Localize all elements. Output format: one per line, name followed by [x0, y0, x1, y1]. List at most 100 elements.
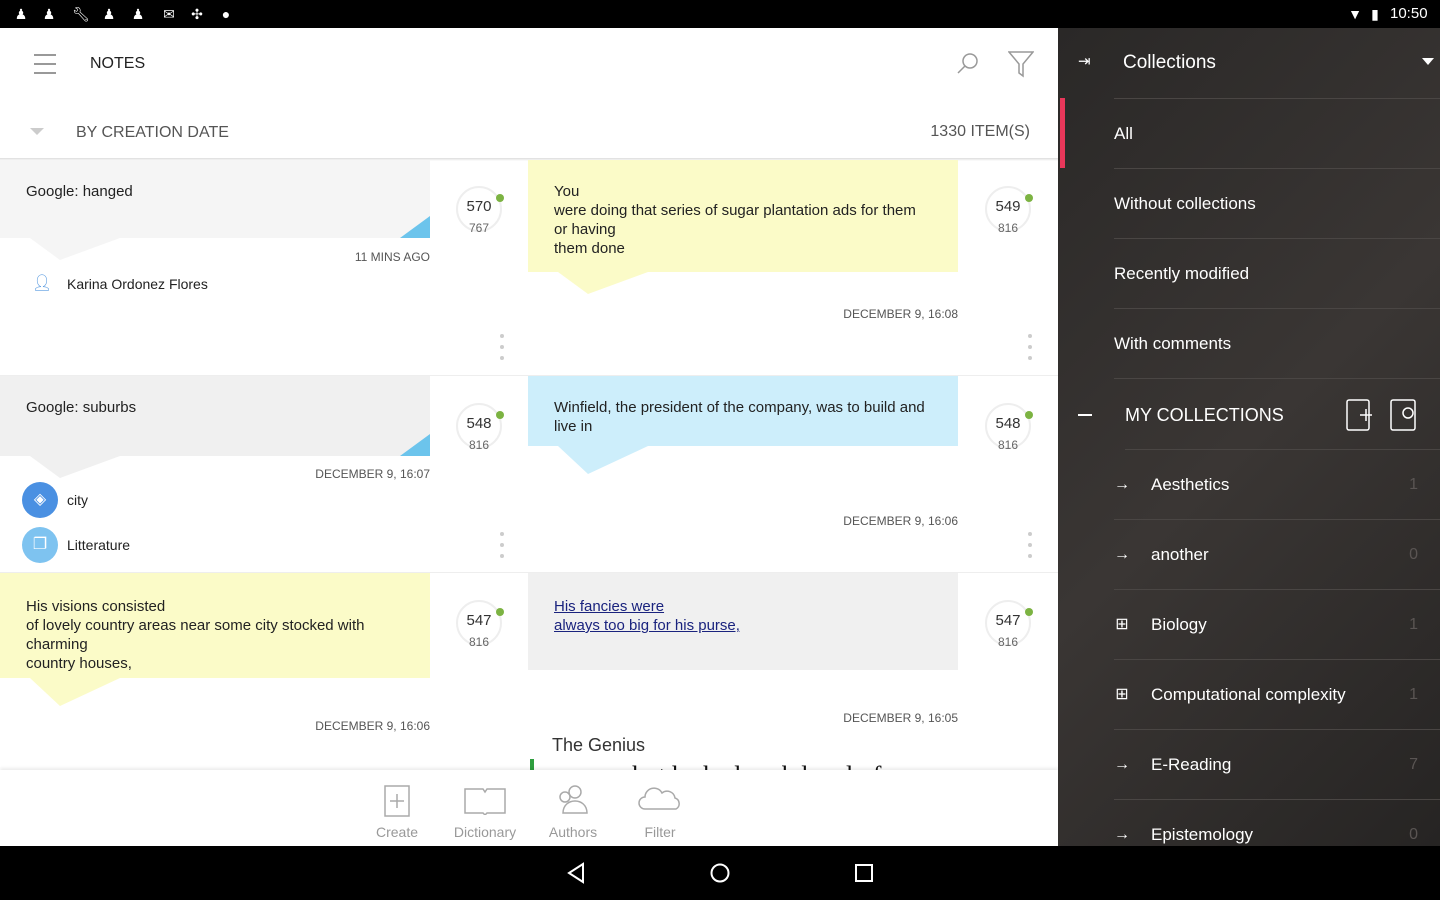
more-options-icon[interactable]: [1028, 334, 1032, 360]
note-card[interactable]: Winfield, the president of the company, …: [528, 376, 958, 573]
note-text: Winfield, the president of the company, …: [528, 376, 958, 446]
bubble-tail: [558, 446, 648, 474]
collection-item[interactable]: ⊞ Computational complexity 1: [1114, 660, 1440, 730]
sort-dropdown-icon[interactable]: [30, 128, 44, 135]
drawer-item-without-collections[interactable]: Without collections: [1114, 169, 1440, 239]
status-dot: [1025, 411, 1033, 419]
dictionary-button[interactable]: Dictionary: [445, 770, 525, 840]
counter-primary: 547: [466, 612, 492, 629]
note-author[interactable]: Karina Ordonez Flores: [67, 276, 208, 292]
item-count: 1330 ITEM(S): [930, 123, 1030, 140]
drawer-item-recently-modified[interactable]: Recently modified: [1114, 239, 1440, 309]
notes-panel: NOTES BY CREATION DATE 1330 ITEM(S) Goog…: [0, 28, 1058, 846]
collection-count: 7: [1409, 756, 1418, 773]
dictionary-label: Dictionary: [453, 824, 517, 840]
note-card[interactable]: Google: hanged 11 MINS AGO 👤︎ Karina Ord…: [0, 160, 430, 376]
note-card[interactable]: Google: suburbs DECEMBER 9, 16:07 ◈ city…: [0, 376, 430, 573]
note-timestamp: DECEMBER 9, 16:07: [315, 467, 430, 481]
note-text: His visions consisted of lovely country …: [0, 573, 430, 678]
create-button[interactable]: Create: [357, 770, 437, 840]
counter-secondary: 816: [997, 438, 1019, 452]
status-dot: [1025, 608, 1033, 616]
note-text: His fancies were always too big for his …: [528, 573, 958, 670]
back-icon[interactable]: [566, 862, 586, 884]
bubble-tail: [30, 678, 120, 706]
add-collection-icon[interactable]: [1346, 399, 1374, 431]
collection-name: Biology: [1151, 615, 1207, 634]
recents-icon[interactable]: [854, 863, 874, 883]
authors-button[interactable]: Authors: [533, 770, 613, 840]
book-excerpt: purse, but he had such lovely fan-: [563, 761, 915, 770]
drawer-item-with-comments[interactable]: With comments: [1114, 309, 1440, 379]
more-options-icon[interactable]: [1028, 532, 1032, 558]
note-timestamp: DECEMBER 9, 16:05: [843, 711, 958, 725]
more-options-icon[interactable]: [500, 334, 504, 360]
collection-item[interactable]: → another 0: [1114, 520, 1440, 590]
filter-icon[interactable]: [1008, 50, 1034, 78]
home-icon[interactable]: [709, 862, 731, 884]
wrench-icon: 🔧︎: [72, 6, 90, 22]
collection-item[interactable]: → Epistemology 0: [1114, 800, 1440, 846]
filter-button[interactable]: Filter: [620, 770, 700, 840]
collection-count: 1: [1409, 476, 1418, 493]
note-counter: 547 816: [985, 600, 1033, 649]
android-icon: ●: [221, 6, 231, 22]
search-icon[interactable]: [956, 52, 980, 76]
collection-item[interactable]: ⊞ Biology 1: [1114, 590, 1440, 660]
counter-secondary: 816: [997, 221, 1019, 235]
book-title[interactable]: The Genius: [552, 735, 645, 756]
wifi-icon: ▼: [1348, 6, 1362, 22]
web-source-icon: [400, 216, 430, 238]
note-card[interactable]: His fancies were always too big for his …: [528, 573, 958, 770]
bubble-tail: [30, 238, 120, 260]
item-label: All: [1114, 124, 1133, 143]
note-card[interactable]: You were doing that series of sugar plan…: [528, 160, 958, 376]
mail-icon: ✉: [163, 6, 175, 22]
status-dot: [496, 194, 504, 202]
pinwheel-icon: ✣: [191, 6, 203, 22]
note-timestamp: DECEMBER 9, 16:06: [315, 719, 430, 733]
collection-label[interactable]: Litterature: [67, 537, 130, 553]
note-counter: 548 816: [456, 403, 504, 452]
bubble-tail: [30, 456, 120, 478]
author-icon: 👤︎: [32, 275, 53, 292]
expand-icon[interactable]: ⊞: [1114, 660, 1130, 730]
more-options-icon[interactable]: [500, 532, 504, 558]
expand-icon[interactable]: ⊞: [1114, 590, 1130, 660]
note-text: Google: hanged: [0, 160, 430, 238]
page-title: NOTES: [90, 55, 146, 72]
sort-selector[interactable]: BY CREATION DATE: [76, 124, 229, 142]
collection-item[interactable]: → Aesthetics 1: [1114, 450, 1440, 520]
dropdown-icon[interactable]: [1422, 58, 1434, 65]
notification-icon: ♟: [14, 6, 28, 22]
collapse-drawer-icon[interactable]: ⇥: [1078, 52, 1091, 70]
tag-label[interactable]: city: [67, 492, 88, 508]
collection-name: Epistemology: [1151, 825, 1254, 844]
arrow-right-icon: →: [1114, 756, 1130, 773]
section-title: MY COLLECTIONS: [1125, 405, 1284, 425]
note-counter: 547 816: [456, 600, 504, 649]
note-timestamp: 11 MINS AGO: [354, 250, 430, 264]
web-source-icon: [400, 434, 430, 456]
collection-name: Aesthetics: [1151, 475, 1230, 494]
drawer-item-all[interactable]: All: [1114, 99, 1440, 169]
drawer-title: Collections: [1123, 52, 1216, 73]
selected-indicator: [1060, 98, 1065, 168]
counter-primary: 548: [466, 415, 492, 432]
clock: 10:50: [1390, 5, 1428, 22]
collection-count: 1: [1409, 616, 1418, 633]
collection-settings-icon[interactable]: [1390, 399, 1418, 431]
note-card[interactable]: His visions consisted of lovely country …: [0, 573, 430, 770]
collection-icon: ❐: [22, 527, 58, 563]
counter-secondary: 816: [997, 635, 1019, 649]
collection-count: 0: [1409, 546, 1418, 563]
authors-label: Authors: [548, 824, 598, 840]
collection-name: E-Reading: [1151, 755, 1232, 774]
create-label: Create: [375, 824, 419, 840]
counter-secondary: 767: [468, 221, 490, 235]
collection-item[interactable]: → E-Reading 7: [1114, 730, 1440, 800]
menu-icon[interactable]: [34, 54, 56, 74]
collapse-icon[interactable]: [1078, 414, 1092, 416]
status-dot: [1025, 194, 1033, 202]
collection-count: 1: [1409, 686, 1418, 703]
